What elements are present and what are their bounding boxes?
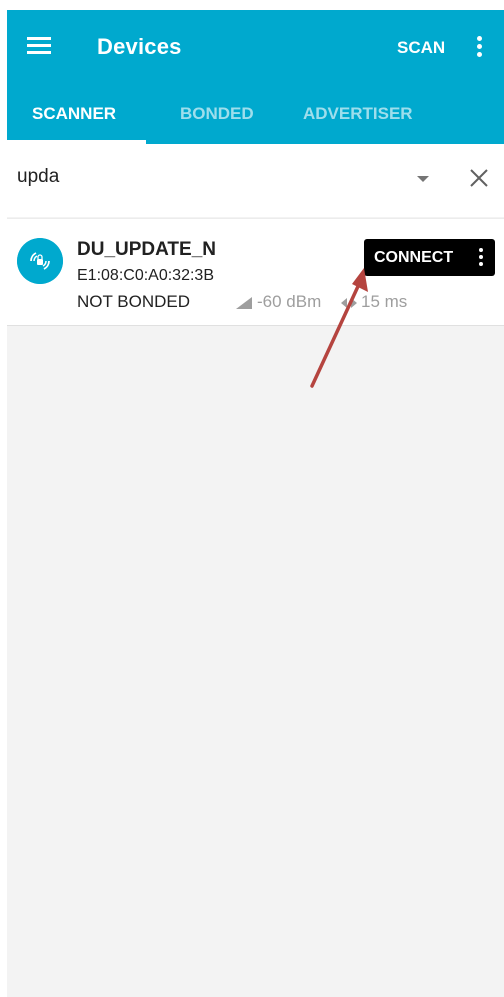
filter-input[interactable]: upda	[17, 166, 59, 188]
bluetooth-device-icon	[17, 238, 63, 284]
device-name: DU_UPDATE_N	[77, 239, 217, 260]
app-bar: Devices SCAN SCANNER BONDED ADVERTISER	[7, 10, 504, 144]
signal-strength-icon	[236, 297, 252, 309]
dropdown-icon[interactable]	[417, 176, 429, 182]
hamburger-menu-icon[interactable]	[23, 34, 55, 62]
connect-label: CONNECT	[374, 249, 454, 266]
device-list-item[interactable]: DU_UPDATE_N E1:08:C0:A0:32:3B NOT BONDED…	[7, 218, 504, 326]
page-title: Devices	[97, 34, 182, 59]
tab-advertiser[interactable]: ADVERTISER	[303, 104, 413, 124]
connect-button[interactable]: CONNECT	[364, 239, 495, 276]
rssi-value: -60 dBm	[257, 292, 322, 311]
app-screen: Devices SCAN SCANNER BONDED ADVERTISER u…	[7, 10, 504, 997]
interval-icon	[341, 298, 357, 308]
scan-button[interactable]: SCAN	[397, 38, 445, 58]
tab-scanner[interactable]: SCANNER	[32, 104, 116, 124]
filter-bar: upda	[7, 144, 504, 217]
overflow-menu-icon[interactable]	[471, 34, 487, 62]
tab-bonded[interactable]: BONDED	[180, 104, 254, 124]
close-icon[interactable]	[467, 166, 491, 190]
device-address: E1:08:C0:A0:32:3B	[77, 267, 214, 284]
interval-value: 15 ms	[361, 292, 408, 311]
bond-state: NOT BONDED	[77, 292, 191, 311]
overflow-menu-icon[interactable]	[474, 246, 488, 270]
